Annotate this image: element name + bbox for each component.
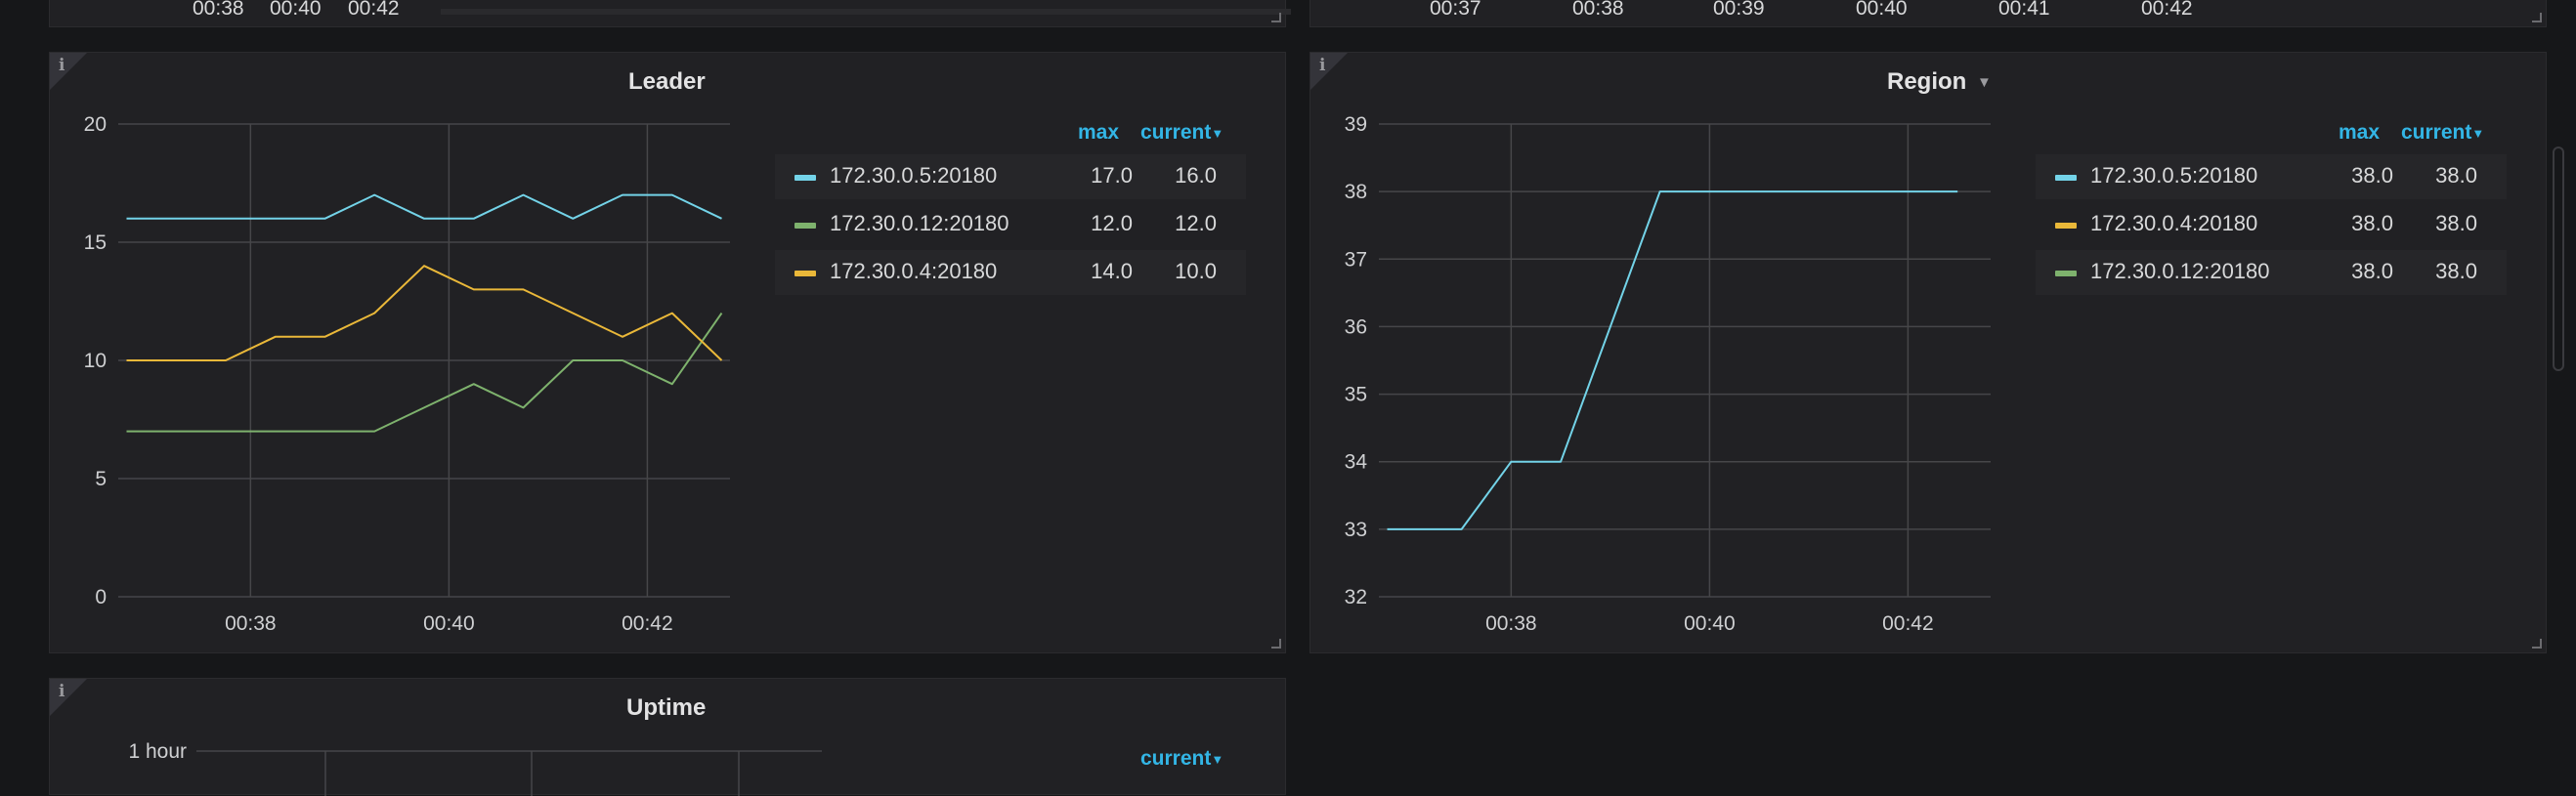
legend-current-value: 38.0	[2435, 211, 2477, 235]
y-tick-label: 35	[1345, 384, 1367, 406]
top-right-panel-partial: 00:37 00:38 00:39 00:40 00:41 00:42	[1309, 0, 2547, 27]
legend-header-current[interactable]: current▼	[1140, 121, 1224, 145]
legend-current-value: 38.0	[2435, 163, 2477, 188]
sort-desc-icon: ▼	[2471, 125, 2485, 141]
legend-header-current-label: current	[2401, 121, 2472, 144]
x-tick: 00:41	[1998, 0, 2050, 20]
y-tick-label: 32	[1345, 586, 1367, 608]
legend-current-value: 10.0	[1175, 259, 1217, 283]
legend-current-value: 38.0	[2435, 259, 2477, 283]
leader-legend: max current▼ 172.30.0.5:20180 17.0 16.0 …	[775, 121, 1246, 297]
x-tick: 00:40	[270, 0, 322, 20]
legend-max-value: 38.0	[2351, 211, 2393, 235]
y-tick-label: 37	[1345, 248, 1367, 271]
top-left-scroll-area	[441, 9, 1291, 15]
legend-series-name[interactable]: 172.30.0.4:20180	[830, 259, 997, 284]
series-swatch-icon	[794, 175, 816, 181]
sort-desc-icon: ▼	[1211, 751, 1224, 767]
series-line	[126, 265, 723, 361]
y-tick-label: 5	[95, 468, 107, 490]
x-tick-label: 00:42	[1882, 612, 1934, 635]
x-tick: 00:38	[1572, 0, 1624, 20]
series-swatch-icon	[794, 223, 816, 229]
y-tick-label: 0	[95, 586, 107, 608]
resize-handle[interactable]	[2532, 13, 2542, 22]
y-tick-label: 20	[84, 113, 107, 136]
x-tick-label: 00:40	[423, 612, 475, 635]
legend-current-value: 12.0	[1175, 211, 1217, 235]
series-line	[126, 313, 723, 433]
x-tick: 00:42	[2141, 0, 2193, 20]
legend-header-max[interactable]: max	[1078, 121, 1119, 145]
region-panel: i Region ▼ 32 33 34 35 36 37 38 39 00:38 00:40 00:…	[1309, 52, 2547, 653]
x-tick: 00:40	[1856, 0, 1908, 20]
legend-header-max[interactable]: max	[2339, 121, 2380, 145]
uptime-chart: 1 hour	[128, 740, 822, 796]
resize-handle[interactable]	[2532, 639, 2542, 649]
x-tick-label: 00:38	[225, 612, 277, 635]
x-tick: 00:38	[193, 0, 244, 20]
legend-series-name[interactable]: 172.30.0.5:20180	[830, 163, 997, 189]
legend-series-name[interactable]: 172.30.0.12:20180	[830, 211, 1009, 236]
x-tick: 00:37	[1430, 0, 1481, 20]
x-tick-label: 00:40	[1684, 612, 1736, 635]
legend-max-value: 38.0	[2351, 259, 2393, 283]
x-tick-label: 00:42	[622, 612, 673, 635]
leader-chart: 0 5 10 15 20 00:38 00:40 00:42	[84, 113, 730, 635]
y-tick: 1 hour	[128, 740, 187, 763]
legend-series-name[interactable]: 172.30.0.5:20180	[2090, 163, 2257, 189]
region-legend: max current▼ 172.30.0.5:20180 38.0 38.0 …	[2036, 121, 2507, 297]
y-tick-label: 33	[1345, 519, 1367, 541]
resize-handle[interactable]	[1271, 13, 1281, 22]
y-tick-label: 15	[84, 231, 107, 254]
x-tick: 00:42	[348, 0, 400, 20]
y-tick-label: 36	[1345, 315, 1367, 338]
y-tick-label: 39	[1345, 113, 1367, 136]
series-line	[1387, 190, 1958, 530]
legend-header-current[interactable]: current▼	[1140, 747, 1224, 771]
legend-header-current[interactable]: current▼	[2401, 121, 2484, 145]
legend-series-name[interactable]: 172.30.0.4:20180	[2090, 211, 2257, 236]
legend-row[interactable]: 172.30.0.5:20180 17.0 16.0	[775, 154, 1246, 199]
legend-row[interactable]: 172.30.0.4:20180 38.0 38.0	[2036, 202, 2507, 247]
x-tick: 00:39	[1713, 0, 1765, 20]
legend-row[interactable]: 172.30.0.4:20180 14.0 10.0	[775, 250, 1246, 295]
series-line	[126, 193, 722, 220]
series-swatch-icon	[794, 271, 816, 276]
legend-max-value: 14.0	[1091, 259, 1133, 283]
uptime-panel: i Uptime 1 hour current▼	[49, 678, 1286, 796]
legend-series-name[interactable]: 172.30.0.12:20180	[2090, 259, 2270, 284]
legend-header-current-label: current	[1140, 747, 1212, 770]
legend-row[interactable]: 172.30.0.12:20180 12.0 12.0	[775, 202, 1246, 247]
sort-desc-icon: ▼	[1211, 125, 1224, 141]
y-tick-label: 38	[1345, 181, 1367, 203]
legend-row[interactable]: 172.30.0.5:20180 38.0 38.0	[2036, 154, 2507, 199]
legend-row[interactable]: 172.30.0.12:20180 38.0 38.0	[2036, 250, 2507, 295]
x-tick-label: 00:38	[1485, 612, 1537, 635]
series-swatch-icon	[2055, 175, 2077, 181]
y-tick-label: 10	[84, 350, 107, 372]
series-swatch-icon	[2055, 271, 2077, 276]
series-swatch-icon	[2055, 223, 2077, 229]
legend-max-value: 12.0	[1091, 211, 1133, 235]
y-tick-label: 34	[1345, 451, 1368, 474]
legend-max-value: 38.0	[2351, 163, 2393, 188]
top-left-panel-partial: 00:38 00:40 00:42	[49, 0, 1291, 27]
legend-header-current-label: current	[1140, 121, 1212, 144]
region-chart: 32 33 34 35 36 37 38 39 00:38 00:40 00:42	[1345, 113, 1991, 635]
resize-handle[interactable]	[1271, 639, 1281, 649]
leader-panel: i Leader 0 5 10 15 20 00:38 00:40 00:42 max cur…	[49, 52, 1286, 653]
legend-max-value: 17.0	[1091, 163, 1133, 188]
page-scrollbar[interactable]	[2553, 147, 2564, 371]
legend-current-value: 16.0	[1175, 163, 1217, 188]
